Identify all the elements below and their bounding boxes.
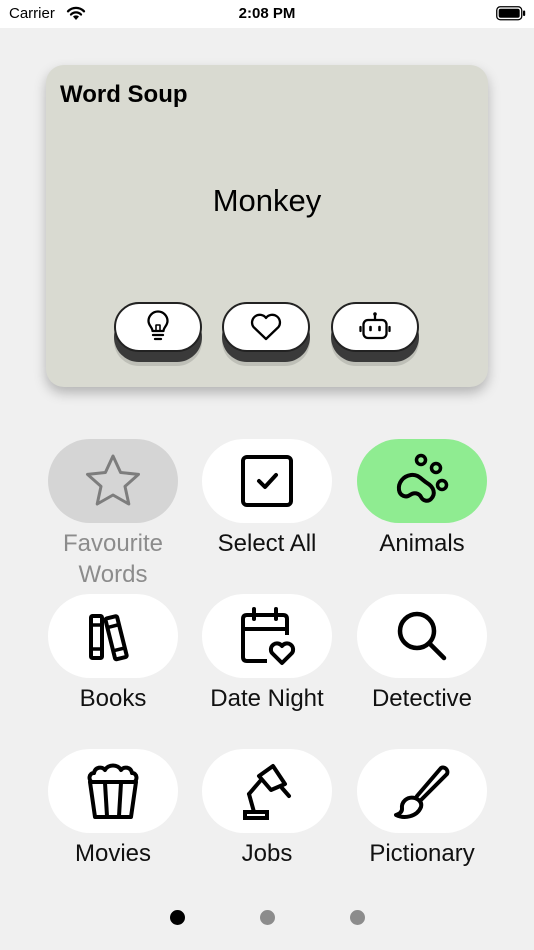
lightbulb-icon <box>147 310 169 341</box>
category-label: Date Night <box>210 685 324 712</box>
category-detective[interactable]: Detective <box>357 594 487 744</box>
category-pill[interactable] <box>357 594 487 678</box>
category-select-all[interactable]: Select All <box>202 439 332 589</box>
category-label: Pictionary <box>369 840 475 867</box>
category-pill[interactable] <box>357 749 487 833</box>
star-icon <box>86 454 140 506</box>
category-label: Books <box>79 685 147 712</box>
category-label: Animals <box>379 530 465 557</box>
paw-icon <box>396 453 449 503</box>
category-label: Detective <box>371 685 473 712</box>
hint-button[interactable] <box>114 302 202 352</box>
popcorn-icon <box>87 763 139 819</box>
category-date-night[interactable]: Date Night <box>202 594 332 744</box>
category-pictionary[interactable]: Pictionary <box>357 749 487 899</box>
status-time: 2:08 PM <box>238 5 296 22</box>
word-card: Word Soup Monkey <box>46 65 488 387</box>
current-word: Monkey <box>212 183 322 218</box>
category-movies[interactable]: Movies <box>48 749 178 899</box>
category-pill[interactable] <box>202 439 332 523</box>
category-pill[interactable] <box>48 439 178 523</box>
battery-icon <box>496 6 526 21</box>
category-pill[interactable] <box>202 594 332 678</box>
category-label: Favourite Words <box>62 530 164 588</box>
favourite-button[interactable] <box>222 302 310 352</box>
robot-icon <box>359 312 391 340</box>
page-dot-3[interactable] <box>350 910 365 925</box>
page-dot-1[interactable] <box>170 910 185 925</box>
category-books[interactable]: Books <box>48 594 178 744</box>
category-pill[interactable] <box>357 439 487 523</box>
checkbox-icon <box>241 455 293 507</box>
category-jobs[interactable]: Jobs <box>202 749 332 899</box>
robot-button[interactable] <box>331 302 419 352</box>
category-pill[interactable] <box>48 594 178 678</box>
card-title: Word Soup <box>60 81 188 108</box>
desk-lamp-icon <box>243 764 291 820</box>
category-animals[interactable]: Animals <box>357 439 487 589</box>
status-bar: Carrier 2:08 PM <box>0 0 534 28</box>
category-pill[interactable] <box>48 749 178 833</box>
category-favourite-words[interactable]: Favourite Words <box>48 439 178 589</box>
calendar-heart-icon <box>241 607 296 665</box>
paintbrush-icon <box>394 765 450 819</box>
books-icon <box>89 614 129 662</box>
category-label: Select All <box>217 530 317 557</box>
magnifier-icon <box>397 611 447 661</box>
page-dot-2[interactable] <box>260 910 275 925</box>
category-pill[interactable] <box>202 749 332 833</box>
category-label: Movies <box>74 840 152 867</box>
category-label: Jobs <box>241 840 293 867</box>
heart-icon <box>250 313 282 341</box>
